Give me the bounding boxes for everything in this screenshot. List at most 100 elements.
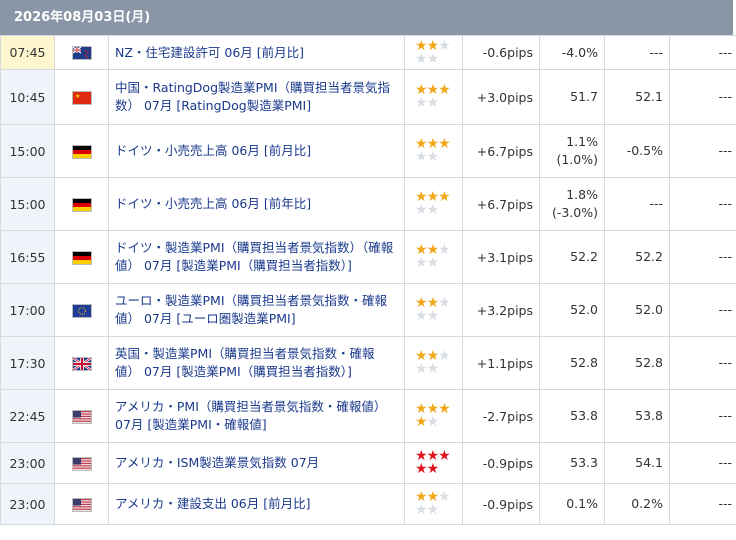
event-time: 07:45 [0, 35, 55, 70]
event-title-link[interactable]: NZ・住宅建設許可 06月 [前月比] [108, 35, 405, 70]
previous-value-text: -4.0% [561, 44, 598, 60]
us-flag-icon [71, 409, 92, 424]
event-time: 15:00 [0, 124, 55, 178]
star-icon: ★ [438, 82, 451, 98]
event-row[interactable]: 17:00 ユーロ・製造業PMI（購買担当者景気指数・確報値） 07月 [ユーロ圏… [0, 283, 736, 337]
events-table: 07:45 NZ・住宅建設許可 06月 [前月比] ★★★ ★★ -0.6pips -4… [0, 35, 736, 525]
pips-value: -0.6pips [462, 35, 540, 70]
event-time: 22:45 [0, 389, 55, 443]
star-icon: ★ [438, 242, 451, 258]
event-row[interactable]: 07:45 NZ・住宅建設許可 06月 [前月比] ★★★ ★★ -0.6pips -4… [0, 35, 736, 70]
star-icon: ★ [426, 461, 440, 477]
star-icon: ★ [438, 348, 451, 364]
event-row[interactable]: 15:00 ドイツ・小売売上高 06月 [前月比] ★★★ ★★ +6.7pips 1.1… [0, 124, 736, 178]
event-title-link[interactable]: アメリカ・PMI（購買担当者景気指数・確報値） 07月 [製造業PMI・確報値] [108, 389, 405, 443]
event-title-link[interactable]: 中国・RatingDog製造業PMI（購買担当者景気指数） 07月 [Ratin… [108, 69, 405, 125]
star-icon: ★ [438, 295, 451, 311]
previous-value-text: 51.7 [570, 89, 598, 104]
pips-value: +3.0pips [462, 69, 540, 125]
star-icon: ★ [426, 95, 440, 111]
previous-value-text: 53.8 [570, 408, 598, 423]
event-time: 15:00 [0, 177, 55, 231]
importance-stars: ★★★ ★★ [404, 336, 463, 390]
importance-stars: ★★★ ★★ [404, 35, 463, 70]
star-icon: ★ [438, 401, 451, 417]
star-icon: ★ [415, 502, 428, 518]
result-value: --- [669, 336, 736, 390]
event-row[interactable]: 15:00 ドイツ・小売売上高 06月 [前年比] ★★★ ★★ +6.7pips 1.8… [0, 177, 736, 231]
economic-calendar: 2026年08月03日(月) 07:45 NZ・住宅建設許可 06月 [前月比]… [0, 0, 736, 540]
forecast-value: 52.2 [604, 230, 670, 284]
forecast-value: 0.2% [604, 483, 670, 525]
previous-value: 51.7 [539, 69, 605, 125]
event-time: 10:45 [0, 69, 55, 125]
event-row[interactable]: 17:30 英国・製造業PMI（購買担当者景気指数・確報値） 07月 [製造業P… [0, 336, 736, 390]
previous-value: 1.8% (-3.0%) [539, 177, 605, 231]
pips-value: -0.9pips [462, 442, 540, 484]
pips-value: -2.7pips [462, 389, 540, 443]
result-value: --- [669, 442, 736, 484]
result-value: --- [669, 69, 736, 125]
event-row[interactable]: 22:45 アメリカ・PMI（購買担当者景気指数・確報値） 07月 [製造業PMI… [0, 389, 736, 443]
previous-value-text: 52.0 [570, 302, 598, 317]
previous-value-text: 0.1% [566, 496, 598, 511]
us-flag-icon [71, 497, 92, 512]
star-icon: ★ [426, 50, 440, 67]
star-icon: ★ [438, 489, 451, 505]
result-value: --- [669, 283, 736, 337]
event-title-link[interactable]: ドイツ・小売売上高 06月 [前年比] [108, 177, 405, 231]
star-icon: ★ [426, 502, 440, 518]
event-title-link[interactable]: ドイツ・小売売上高 06月 [前月比] [108, 124, 405, 178]
star-icon: ★ [415, 461, 428, 477]
pips-value: +1.1pips [462, 336, 540, 390]
event-title-link[interactable]: ユーロ・製造業PMI（購買担当者景気指数・確報値） 07月 [ユーロ圏製造業PM… [108, 283, 405, 337]
importance-stars: ★★★ ★★ [404, 389, 463, 443]
previous-value-text: 1.8% [566, 187, 598, 202]
pips-value: -0.9pips [462, 483, 540, 525]
revised-value-text: (1.0%) [556, 152, 598, 167]
star-icon: ★ [415, 414, 428, 430]
forecast-value: --- [604, 35, 670, 70]
star-icon: ★ [426, 149, 440, 165]
flag-cell [54, 483, 109, 525]
importance-stars: ★★★ ★★ [404, 69, 463, 125]
event-title-link[interactable]: 英国・製造業PMI（購買担当者景気指数・確報値） 07月 [製造業PMI（購買担… [108, 336, 405, 390]
event-title-link[interactable]: アメリカ・ISM製造業景気指数 07月 [108, 442, 405, 484]
star-icon: ★ [426, 361, 440, 377]
importance-stars: ★★★ ★★ [404, 177, 463, 231]
previous-value: 52.0 [539, 283, 605, 337]
previous-value: 1.1% (1.0%) [539, 124, 605, 178]
event-row[interactable]: 16:55 ドイツ・製造業PMI（購買担当者景気指数）（確報値） 07月 [製造業… [0, 230, 736, 284]
flag-cell [54, 230, 109, 284]
pips-value: +6.7pips [462, 124, 540, 178]
star-icon: ★ [415, 202, 428, 218]
event-time: 23:00 [0, 483, 55, 525]
de-flag-icon [71, 250, 92, 265]
star-icon: ★ [415, 95, 428, 111]
event-row[interactable]: 10:45 ★ 中国・RatingDog製造業PMI（購買担当者景気指数） 07月 … [0, 69, 736, 125]
eu-flag-icon [71, 303, 92, 318]
star-icon: ★ [415, 149, 428, 165]
event-row[interactable]: 23:00 アメリカ・ISM製造業景気指数 07月 ★★★ ★★ -0.9pips 53.… [0, 442, 736, 484]
forecast-value: 52.0 [604, 283, 670, 337]
forecast-value: --- [604, 177, 670, 231]
star-icon: ★ [438, 136, 451, 152]
de-flag-icon [71, 144, 92, 159]
event-row[interactable]: 23:00 アメリカ・建設支出 06月 [前月比] ★★★ ★★ -0.9pips 0.1… [0, 483, 736, 525]
forecast-value: 54.1 [604, 442, 670, 484]
result-value: --- [669, 230, 736, 284]
flag-cell [54, 177, 109, 231]
result-value: --- [669, 389, 736, 443]
importance-stars: ★★★ ★★ [404, 230, 463, 284]
uk-flag-icon [71, 356, 92, 371]
previous-value-text: 52.2 [570, 249, 598, 264]
star-icon: ★ [438, 37, 451, 54]
flag-cell [54, 35, 109, 70]
event-title-link[interactable]: ドイツ・製造業PMI（購買担当者景気指数）（確報値） 07月 [製造業PMI（購… [108, 230, 405, 284]
forecast-value: 52.1 [604, 69, 670, 125]
importance-stars: ★★★ ★★ [404, 124, 463, 178]
event-title-link[interactable]: アメリカ・建設支出 06月 [前月比] [108, 483, 405, 525]
star-icon: ★ [438, 448, 451, 464]
star-icon: ★ [426, 414, 440, 430]
svg-text:★: ★ [75, 93, 80, 100]
